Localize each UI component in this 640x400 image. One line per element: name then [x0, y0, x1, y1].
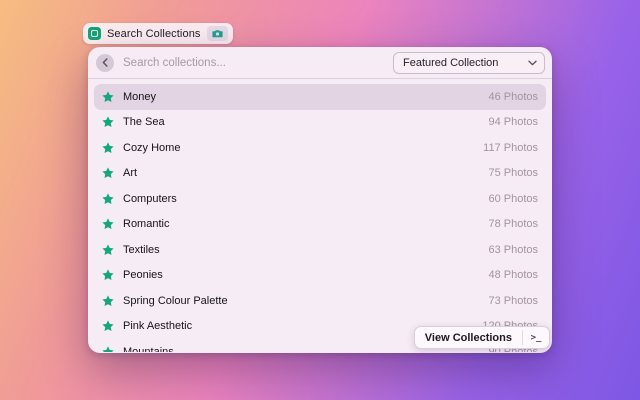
star-icon [102, 244, 114, 256]
collection-name: Peonies [123, 269, 163, 281]
collection-name: Cozy Home [123, 142, 180, 154]
photo-count: 117 Photos [483, 142, 538, 154]
view-collections-button[interactable]: View Collections >_ [414, 326, 550, 349]
search-collections-panel: Featured Collection Money 46 Photos The … [88, 47, 552, 353]
photo-count: 78 Photos [488, 218, 538, 230]
list-item[interactable]: The Sea 94 Photos [94, 110, 546, 136]
list-item[interactable]: Computers 60 Photos [94, 186, 546, 212]
view-collections-label: View Collections [415, 327, 522, 348]
star-icon [102, 193, 114, 205]
collection-name: Money [123, 91, 156, 103]
chevron-left-icon [102, 58, 108, 67]
star-icon [102, 295, 114, 307]
star-icon [102, 346, 114, 352]
search-input[interactable] [123, 57, 393, 69]
back-button[interactable] [96, 54, 114, 72]
photo-count: 73 Photos [488, 295, 538, 307]
list-item[interactable]: Cozy Home 117 Photos [94, 135, 546, 161]
list-item[interactable]: Peonies 48 Photos [94, 263, 546, 289]
list-item[interactable]: Romantic 78 Photos [94, 212, 546, 238]
photo-count: 94 Photos [488, 116, 538, 128]
photo-count: 48 Photos [488, 269, 538, 281]
featured-collection-dropdown[interactable]: Featured Collection [393, 52, 545, 74]
list-item[interactable]: Art 75 Photos [94, 161, 546, 187]
photo-count: 75 Photos [488, 167, 538, 179]
launcher-badge[interactable]: Search Collections [83, 23, 233, 44]
star-icon [102, 218, 114, 230]
collection-list: Money 46 Photos The Sea 94 Photos Cozy H… [88, 79, 552, 352]
unsplash-extension-icon [88, 27, 101, 40]
collection-name: Pink Aesthetic [123, 320, 192, 332]
star-icon [102, 269, 114, 281]
collection-name: Computers [123, 193, 177, 205]
camera-icon [212, 29, 223, 38]
list-item[interactable]: Spring Colour Palette 73 Photos [94, 288, 546, 314]
dropdown-selected-value: Featured Collection [403, 57, 498, 69]
photo-count: 60 Photos [488, 193, 538, 205]
list-item[interactable]: Money 46 Photos [94, 84, 546, 110]
collection-name: Textiles [123, 244, 160, 256]
star-icon [102, 91, 114, 103]
collection-name: Mountains [123, 346, 174, 352]
collection-name: Romantic [123, 218, 169, 230]
star-icon [102, 320, 114, 332]
collection-name: Spring Colour Palette [123, 295, 228, 307]
terminal-shortcut-icon: >_ [523, 327, 549, 348]
hotkey-pill [207, 26, 228, 41]
star-icon [102, 167, 114, 179]
photo-count: 63 Photos [488, 244, 538, 256]
launcher-badge-label: Search Collections [107, 28, 201, 40]
star-icon [102, 116, 114, 128]
chevron-down-icon [528, 60, 537, 66]
star-icon [102, 142, 114, 154]
list-item[interactable]: Textiles 63 Photos [94, 237, 546, 263]
collection-name: Art [123, 167, 137, 179]
panel-header: Featured Collection [88, 47, 552, 79]
photo-count: 46 Photos [488, 91, 538, 103]
collection-name: The Sea [123, 116, 165, 128]
